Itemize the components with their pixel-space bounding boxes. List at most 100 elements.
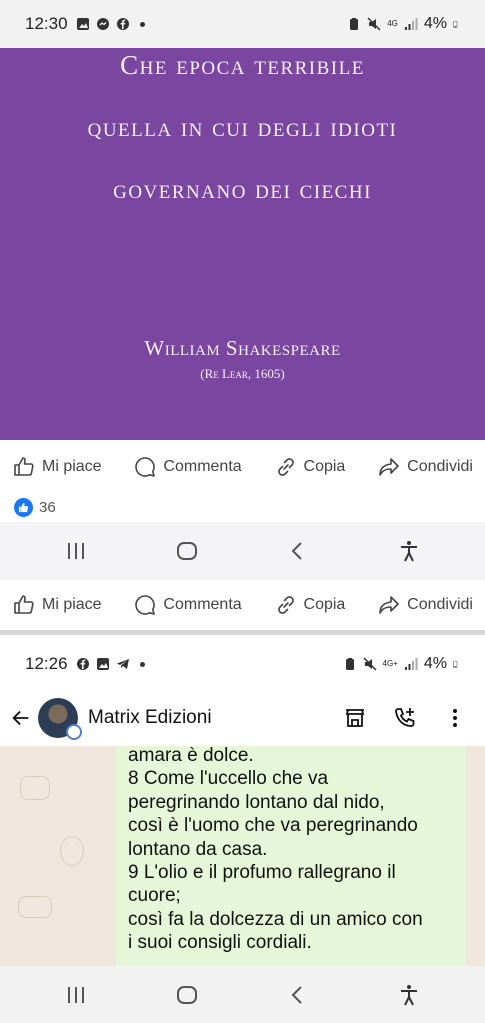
- back-icon: [291, 542, 302, 560]
- copy-label: Copia: [303, 596, 346, 613]
- accessibility-icon: [401, 985, 418, 1006]
- back-icon: [291, 986, 302, 1004]
- quote-line-1: Che epoca terribile: [120, 50, 365, 80]
- quote-line-2: quella in cui degli idioti: [87, 112, 398, 142]
- recents-button[interactable]: [46, 531, 106, 571]
- copy-button[interactable]: Copia: [274, 455, 346, 479]
- like-reaction-icon: [14, 498, 33, 517]
- status-time: 12:26: [25, 654, 68, 673]
- status-time: 12:30: [25, 14, 68, 33]
- screenshot-divider: [0, 630, 485, 635]
- copy-icon: [277, 596, 294, 614]
- copy-label: Copia: [303, 458, 346, 475]
- battery-percent: 4%: [423, 15, 447, 32]
- back-button[interactable]: [268, 531, 328, 571]
- comment-label: Commenta: [163, 596, 242, 613]
- wallpaper-doodle: [18, 896, 52, 918]
- comment-icon: [135, 595, 156, 615]
- share-button[interactable]: Condividi: [377, 455, 473, 479]
- recents-button[interactable]: [46, 975, 106, 1015]
- accessibility-icon: [401, 541, 418, 562]
- more-icon[interactable]: [443, 706, 467, 730]
- chat-background: amara è dolce. 8 Come l'uccello che va p…: [0, 746, 485, 966]
- message-line: amara è dolce.: [128, 746, 254, 766]
- share-label: Condividi: [407, 596, 473, 613]
- status-bar-bottom: 12:26 4G+ 4%: [0, 638, 485, 690]
- home-icon: [176, 542, 197, 560]
- arrow-back-icon[interactable]: [10, 707, 32, 729]
- home-icon: [176, 986, 197, 1004]
- message-line: cuore;: [128, 885, 181, 907]
- battery-percent: 4%: [423, 655, 447, 672]
- like-button[interactable]: Mi piace: [12, 455, 102, 479]
- battery-saver-icon: [350, 18, 359, 30]
- message-line: 8 Come l'uccello che va: [128, 768, 329, 790]
- avatar[interactable]: [38, 698, 82, 740]
- mute-icon: [367, 17, 381, 31]
- post-actions: Mi piace Commenta Copia Condividi: [0, 444, 485, 490]
- reaction-summary[interactable]: 36: [14, 498, 56, 517]
- recents-icon: [67, 987, 84, 1003]
- facebook-icon: [76, 658, 89, 670]
- message-line: i suoi consigli cordiali.: [128, 932, 312, 954]
- add-call-icon[interactable]: [393, 706, 417, 730]
- share-label: Condividi: [407, 458, 473, 475]
- recents-icon: [67, 543, 84, 559]
- share-button[interactable]: Condividi: [377, 593, 473, 617]
- quote-author: William Shakespeare: [144, 336, 341, 360]
- battery-icon: [453, 20, 458, 28]
- messenger-icon: [96, 18, 109, 30]
- network-type: 4G: [387, 19, 398, 28]
- home-button[interactable]: [157, 975, 217, 1015]
- like-label: Mi piace: [42, 596, 102, 613]
- back-button[interactable]: [268, 975, 328, 1015]
- comment-button[interactable]: Commenta: [133, 593, 242, 617]
- avatar-badge-icon: [66, 724, 82, 740]
- store-icon[interactable]: [343, 706, 367, 730]
- quote-line-3: governano dei ciechi: [113, 174, 372, 204]
- network-type: 4G+: [382, 659, 398, 668]
- message-bubble[interactable]: amara è dolce. 8 Come l'uccello che va p…: [116, 746, 466, 966]
- quote-work: (Re Lear, 1605): [200, 366, 285, 381]
- post-actions-repeat: Mi piace Commenta Copia Condividi: [0, 582, 485, 628]
- comment-icon: [135, 457, 156, 477]
- like-label: Mi piace: [42, 458, 102, 475]
- chat-header: Matrix Edizioni: [0, 690, 485, 746]
- mute-icon: [363, 657, 377, 671]
- message-line: lontano da casa.: [128, 838, 268, 860]
- like-icon: [14, 595, 34, 614]
- like-button[interactable]: Mi piace: [12, 593, 102, 617]
- gallery-icon: [96, 658, 109, 670]
- facebook-icon: [116, 18, 129, 30]
- accessibility-button[interactable]: [379, 975, 439, 1015]
- accessibility-button[interactable]: [379, 531, 439, 571]
- system-nav-bar: [0, 966, 485, 1023]
- message-line: 9 L'olio e il profumo rallegrano il: [128, 862, 396, 884]
- comment-label: Commenta: [163, 458, 242, 475]
- share-icon: [379, 596, 399, 614]
- message-line: così è l'uomo che va peregrinando: [128, 815, 418, 837]
- copy-icon: [277, 458, 294, 476]
- wallpaper-doodle: [60, 836, 84, 866]
- battery-icon: [453, 660, 458, 668]
- contact-name[interactable]: Matrix Edizioni: [88, 707, 212, 729]
- reaction-count: 36: [39, 499, 56, 516]
- telegram-icon: [116, 659, 129, 669]
- home-button[interactable]: [157, 531, 217, 571]
- quote-image[interactable]: Che epoca terribile quella in cui degli …: [0, 48, 485, 440]
- signal-icon: [404, 658, 418, 670]
- notification-dot: [139, 21, 145, 27]
- like-icon: [14, 457, 34, 476]
- status-bar-top: 12:30 4G 4%: [0, 0, 485, 48]
- message-line: peregrinando lontano dal nido,: [128, 791, 385, 813]
- message-line: così fa la dolcezza di un amico con: [128, 908, 423, 930]
- comment-button[interactable]: Commenta: [133, 455, 242, 479]
- battery-saver-icon: [345, 658, 354, 670]
- system-nav-bar: [0, 522, 485, 580]
- copy-button[interactable]: Copia: [274, 593, 346, 617]
- gallery-icon: [76, 18, 89, 30]
- share-icon: [379, 458, 399, 476]
- signal-icon: [404, 18, 418, 30]
- wallpaper-doodle: [20, 776, 50, 800]
- notification-dot: [139, 661, 145, 667]
